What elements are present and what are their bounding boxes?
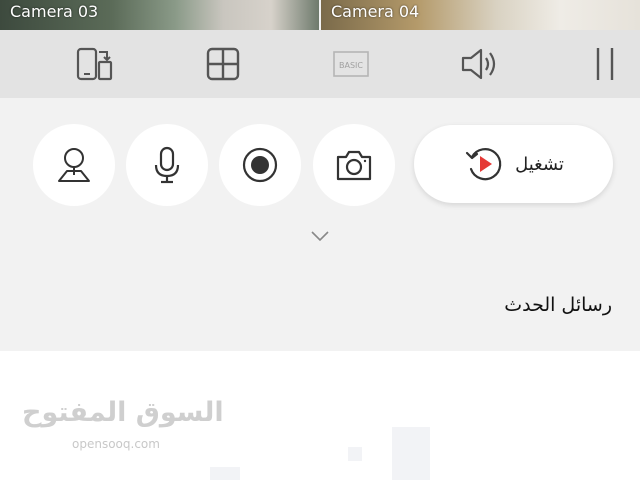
placeholder-block — [210, 467, 240, 480]
playback-icon — [465, 148, 502, 181]
playback-label: تشغيل — [515, 153, 564, 175]
record-button[interactable] — [219, 124, 301, 206]
camera-04-preview[interactable]: Camera 04 — [321, 0, 640, 30]
basic-label: BASIC — [339, 61, 363, 70]
event-messages-panel: السوق المفتوح opensooq.com — [0, 351, 640, 480]
phone-switch-icon — [76, 47, 113, 81]
chevron-down-icon — [311, 231, 329, 242]
expand-button[interactable] — [309, 228, 331, 244]
camera-04-label: Camera 04 — [331, 2, 420, 21]
phone-switch-button[interactable] — [74, 46, 114, 82]
camera-strip: Camera 03 Camera 04 — [0, 0, 640, 30]
camera-icon — [336, 150, 372, 181]
basic-quality-icon: BASIC — [333, 51, 369, 77]
volume-button[interactable] — [459, 46, 499, 82]
ptz-button[interactable] — [33, 124, 115, 206]
microphone-icon — [154, 146, 180, 184]
grid-icon — [206, 47, 240, 81]
record-icon — [242, 147, 278, 183]
watermark-arabic: السوق المفتوح — [22, 397, 224, 428]
camera-03-label: Camera 03 — [10, 2, 99, 21]
pause-icon — [596, 48, 614, 80]
snapshot-button[interactable] — [313, 124, 395, 206]
pause-button[interactable] — [586, 46, 626, 82]
ptz-person-icon — [58, 148, 90, 182]
placeholder-block — [348, 447, 362, 461]
grid-layout-button[interactable] — [203, 46, 243, 82]
placeholder-block — [392, 427, 430, 480]
microphone-button[interactable] — [126, 124, 208, 206]
speaker-icon — [461, 48, 496, 80]
event-messages-title: رسائل الحدث — [504, 294, 612, 316]
camera-03-preview[interactable]: Camera 03 — [0, 0, 319, 30]
playback-toolbar: BASIC — [0, 30, 640, 98]
basic-quality-button[interactable]: BASIC — [331, 46, 371, 82]
watermark-english: opensooq.com — [72, 437, 160, 451]
playback-button[interactable]: تشغيل — [414, 125, 613, 203]
